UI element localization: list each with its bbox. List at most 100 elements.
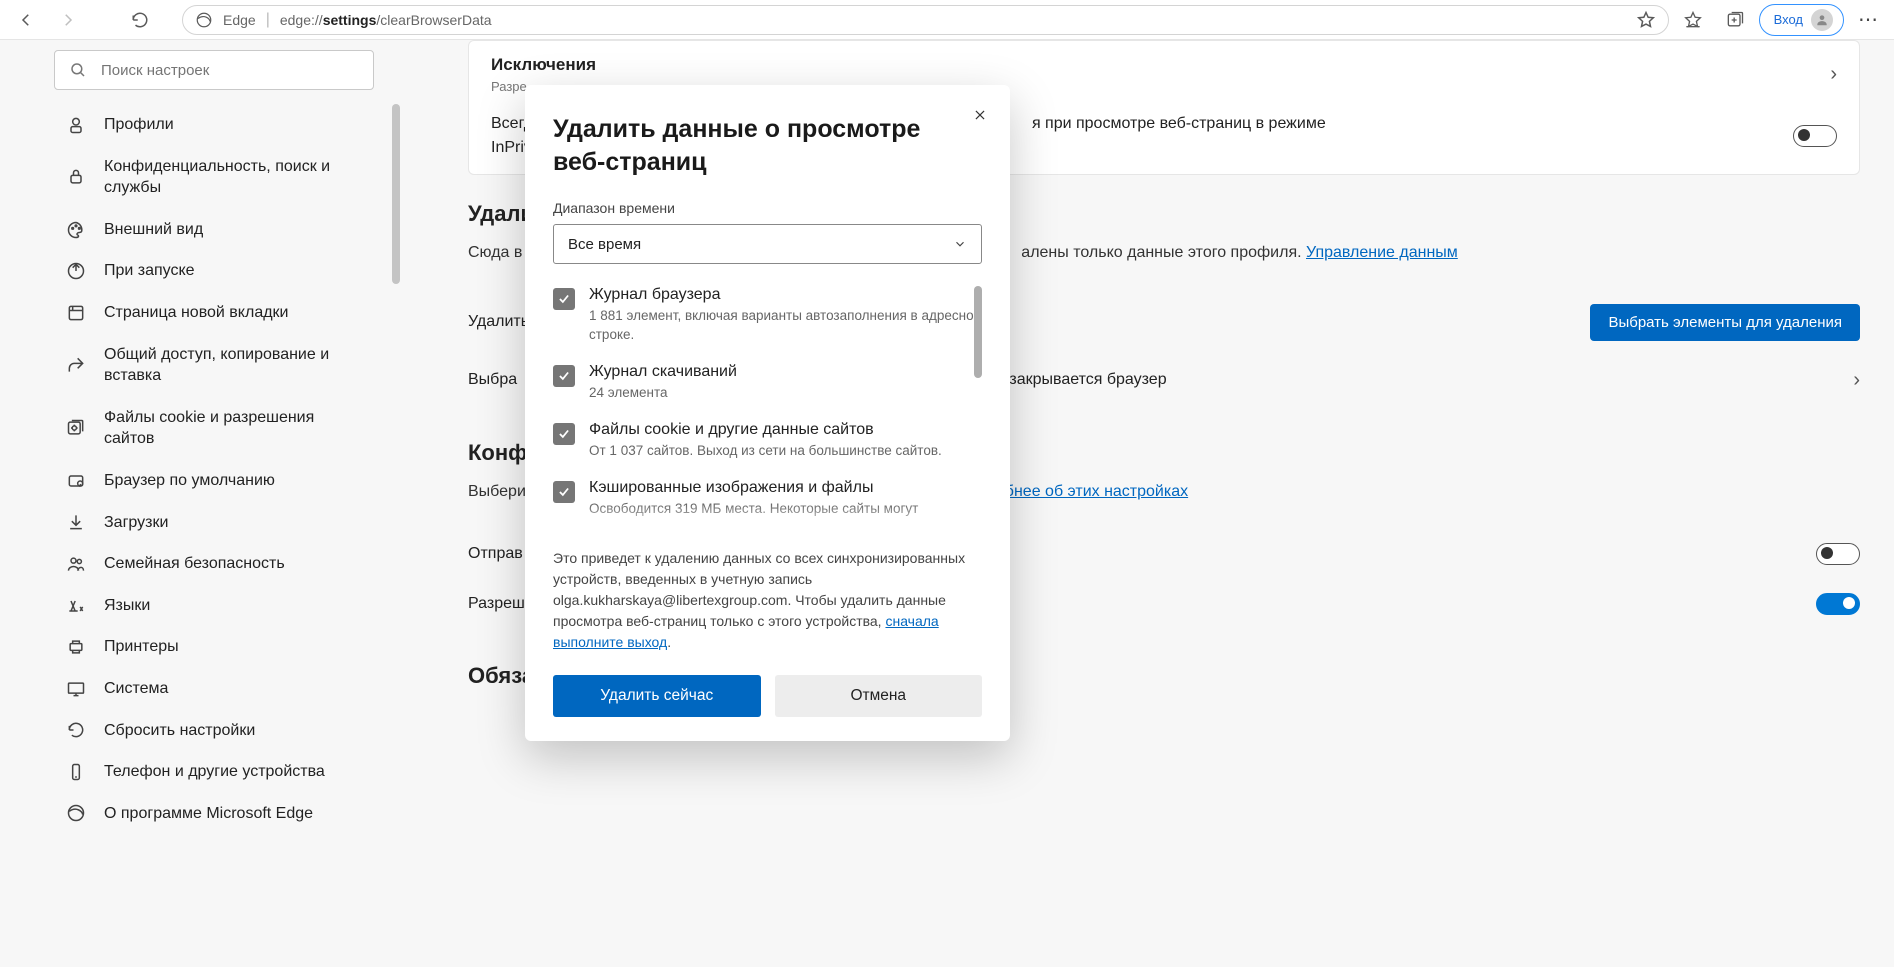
- nav-icon: [66, 596, 86, 616]
- menu-button[interactable]: ⋯: [1850, 4, 1886, 36]
- nav-icon: [66, 512, 86, 532]
- sidebar-item-0[interactable]: Профили: [54, 104, 374, 146]
- sidebar-item-7[interactable]: Браузер по умолчанию: [54, 460, 374, 502]
- address-bar[interactable]: Edge | edge://settings/clearBrowserData: [182, 5, 1669, 35]
- sidebar-item-6[interactable]: Файлы cookie и разрешения сайтов: [54, 397, 374, 460]
- data-type-desc: 1 881 элемент, включая варианты автозапо…: [589, 307, 982, 345]
- nav-icon: [66, 167, 86, 187]
- edge-logo-icon: [195, 11, 213, 29]
- sidebar-item-label: О программе Microsoft Edge: [104, 803, 313, 825]
- nav-icon: [66, 637, 86, 657]
- sidebar-item-4[interactable]: Страница новой вкладки: [54, 292, 374, 334]
- sidebar-item-12[interactable]: Система: [54, 668, 374, 710]
- sidebar-item-label: Файлы cookie и разрешения сайтов: [104, 407, 362, 450]
- chevron-right-icon[interactable]: ›: [1830, 63, 1837, 86]
- data-type-title: Журнал скачиваний: [589, 363, 737, 381]
- chevron-down-icon: [953, 237, 967, 251]
- search-settings[interactable]: [54, 50, 374, 90]
- sidebar-item-2[interactable]: Внешний вид: [54, 209, 374, 251]
- sidebar-item-5[interactable]: Общий доступ, копирование и вставка: [54, 334, 374, 397]
- sidebar-item-label: Система: [104, 678, 168, 700]
- data-type-item: Журнал браузера 1 881 элемент, включая ва…: [553, 286, 982, 345]
- sidebar-item-10[interactable]: Языки: [54, 585, 374, 627]
- sidebar-item-8[interactable]: Загрузки: [54, 502, 374, 544]
- sidebar-item-label: Семейная безопасность: [104, 553, 285, 575]
- manage-data-link[interactable]: Управление данным: [1306, 244, 1458, 261]
- sidebar-item-label: При запуске: [104, 260, 195, 282]
- sidebar-item-label: Принтеры: [104, 636, 179, 658]
- nav-icon: [66, 803, 86, 823]
- nav-icon: [66, 720, 86, 740]
- nav-icon: [66, 115, 86, 135]
- sidebar-item-label: Страница новой вкладки: [104, 302, 288, 324]
- clear-now-button[interactable]: Удалить сейчас: [553, 675, 761, 717]
- search-input[interactable]: [101, 62, 359, 79]
- settings-sidebar: Профили Конфиденциальность, поиск и служб…: [0, 40, 404, 967]
- back-button[interactable]: [8, 4, 44, 36]
- nav-icon: [66, 418, 86, 438]
- avatar-icon: [1811, 9, 1833, 31]
- inprivate-toggle[interactable]: [1793, 125, 1837, 147]
- data-type-list: Журнал браузера 1 881 элемент, включая ва…: [553, 286, 982, 534]
- data-type-title: Журнал браузера: [589, 286, 982, 304]
- dialog-title: Удалить данные о просмотре веб-страниц: [553, 113, 982, 178]
- sidebar-item-14[interactable]: Телефон и другие устройства: [54, 751, 374, 793]
- choose-to-clear-button[interactable]: Выбрать элементы для удаления: [1590, 304, 1860, 341]
- data-type-desc: 24 элемента: [589, 384, 737, 403]
- checkbox[interactable]: [553, 365, 575, 387]
- time-range-select[interactable]: Все время: [553, 224, 982, 264]
- sidebar-item-15[interactable]: О программе Microsoft Edge: [54, 793, 374, 835]
- nav-icon: [66, 355, 86, 375]
- sidebar-item-1[interactable]: Конфиденциальность, поиск и службы: [54, 146, 374, 209]
- login-label: Вход: [1774, 12, 1803, 27]
- collections-icon[interactable]: [1717, 4, 1753, 36]
- cancel-button[interactable]: Отмена: [775, 675, 983, 717]
- forward-button[interactable]: [50, 4, 86, 36]
- checkbox[interactable]: [553, 288, 575, 310]
- sidebar-item-label: Конфиденциальность, поиск и службы: [104, 156, 362, 199]
- data-type-desc: От 1 037 сайтов. Выход из сети на больши…: [589, 442, 942, 461]
- learn-more-link[interactable]: бнее об этих настройках: [1005, 483, 1188, 500]
- sidebar-item-13[interactable]: Сбросить настройки: [54, 710, 374, 752]
- sidebar-item-9[interactable]: Семейная безопасность: [54, 543, 374, 585]
- time-range-value: Все время: [568, 236, 641, 253]
- address-url: edge://settings/clearBrowserData: [280, 12, 492, 28]
- favorites-icon[interactable]: [1675, 4, 1711, 36]
- sidebar-item-label: Телефон и другие устройства: [104, 761, 325, 783]
- data-type-title: Кэшированные изображения и файлы: [589, 479, 918, 497]
- favorite-star-icon[interactable]: [1636, 10, 1656, 30]
- sidebar-item-label: Браузер по умолчанию: [104, 470, 275, 492]
- toggle-2[interactable]: [1816, 593, 1860, 615]
- nav-icon: [66, 303, 86, 323]
- nav-icon: [66, 554, 86, 574]
- nav-icon: [66, 220, 86, 240]
- refresh-button[interactable]: [122, 4, 158, 36]
- checkbox[interactable]: [553, 423, 575, 445]
- list-scrollbar[interactable]: [974, 286, 982, 378]
- login-chip[interactable]: Вход: [1759, 4, 1844, 36]
- sidebar-item-label: Внешний вид: [104, 219, 203, 241]
- search-icon: [69, 61, 87, 79]
- checkbox[interactable]: [553, 481, 575, 503]
- choose-clear-label: Удалить: [468, 313, 529, 331]
- toggle-1[interactable]: [1816, 543, 1860, 565]
- sidebar-item-3[interactable]: При запуске: [54, 250, 374, 292]
- sidebar-item-label: Языки: [104, 595, 150, 617]
- sidebar-item-11[interactable]: Принтеры: [54, 626, 374, 668]
- sidebar-item-label: Загрузки: [104, 512, 168, 534]
- sidebar-item-label: Профили: [104, 114, 174, 136]
- browser-toolbar: Edge | edge://settings/clearBrowserData …: [0, 0, 1894, 40]
- data-type-title: Файлы cookie и другие данные сайтов: [589, 421, 942, 439]
- close-button[interactable]: [964, 99, 996, 131]
- nav-icon: [66, 679, 86, 699]
- sidebar-item-label: Общий доступ, копирование и вставка: [104, 344, 362, 387]
- close-icon: [973, 108, 987, 122]
- exceptions-title: Исключения: [491, 55, 596, 75]
- nav-icon: [66, 471, 86, 491]
- address-brand: Edge: [223, 12, 256, 28]
- time-range-label: Диапазон времени: [553, 200, 982, 216]
- data-type-item: Файлы cookie и другие данные сайтов От 1 …: [553, 421, 982, 461]
- chevron-right-icon[interactable]: ›: [1853, 369, 1860, 392]
- sidebar-scrollbar[interactable]: [390, 40, 400, 967]
- nav-icon: [66, 762, 86, 782]
